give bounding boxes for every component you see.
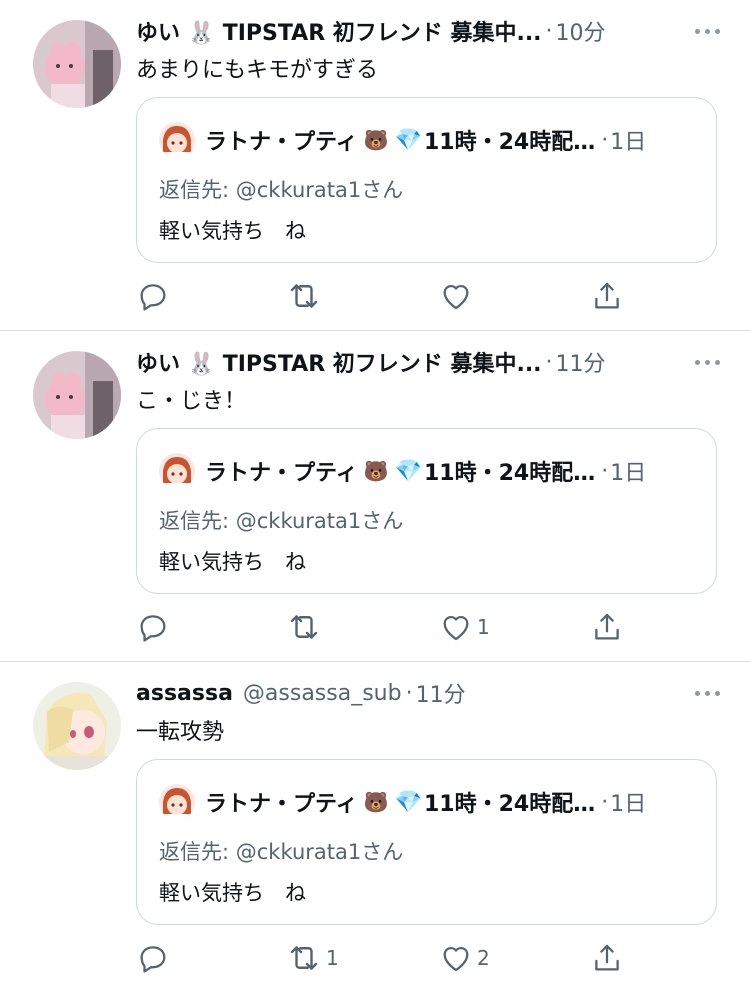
quoted-author-name: ラトナ・プティ xyxy=(205,792,358,817)
reply-button[interactable] xyxy=(136,278,174,314)
quoted-bio-fragment: 11時・24時配… xyxy=(424,461,596,486)
reply-button[interactable] xyxy=(136,940,174,976)
avatar[interactable] xyxy=(33,20,121,108)
quoted-bio-fragment: 11時・24時配… xyxy=(424,130,596,155)
quoted-avatar xyxy=(159,122,195,158)
like-button[interactable] xyxy=(439,278,477,314)
tweet-text: あまりにもキモがすぎる xyxy=(136,58,379,83)
gem-emoji: 💎 xyxy=(394,458,422,484)
tweet-item[interactable]: assassa @assassa_sub · 11分 一転攻勢 ラトナ・プティ … xyxy=(0,662,750,988)
separator-dot: · xyxy=(601,458,609,484)
more-icon[interactable] xyxy=(689,25,720,38)
separator-dot: · xyxy=(545,18,553,44)
gem-emoji: 💎 xyxy=(394,127,422,153)
tweet-time[interactable]: 11分 xyxy=(556,346,606,378)
share-button[interactable] xyxy=(590,609,624,645)
tweet-text: こ・じき！ xyxy=(136,389,247,414)
more-icon[interactable] xyxy=(689,687,720,700)
quoted-time: 1日 xyxy=(610,461,647,486)
share-icon xyxy=(590,941,624,975)
tweet-time[interactable]: 10分 xyxy=(556,15,606,47)
quoted-text: 軽い気持ち ね xyxy=(159,881,306,905)
bear-emoji: 🐻 xyxy=(363,459,389,483)
tweet-text: 一転攻勢 xyxy=(136,720,225,745)
timeline-feed: ゆい 🐰 TIPSTAR 初フレンド 募集中... · 10分 あまりにもキモが… xyxy=(0,0,750,988)
action-bar xyxy=(136,278,636,314)
avatar[interactable] xyxy=(33,351,121,439)
quoted-bio-fragment: 11時・24時配… xyxy=(424,792,596,817)
reply-icon xyxy=(136,279,170,313)
retweet-button[interactable] xyxy=(286,609,326,645)
separator-dot: · xyxy=(601,789,609,815)
quoted-text: 軽い気持ち ね xyxy=(159,219,306,243)
heart-icon xyxy=(439,279,473,313)
quoted-header: ラトナ・プティ 🐻 💎 11時・24時配… · 1日 xyxy=(159,453,686,489)
retweet-icon xyxy=(286,609,322,645)
retweet-icon xyxy=(286,940,322,976)
quoted-header: ラトナ・プティ 🐻 💎 11時・24時配… · 1日 xyxy=(159,784,686,820)
share-icon xyxy=(590,610,624,644)
heart-icon xyxy=(439,941,473,975)
quoted-tweet[interactable]: ラトナ・プティ 🐻 💎 11時・24時配… · 1日 返信先: @ckkurat… xyxy=(136,428,717,594)
tweet-item[interactable]: ゆい 🐰 TIPSTAR 初フレンド 募集中... · 10分 あまりにもキモが… xyxy=(0,0,750,331)
retweet-button[interactable] xyxy=(286,278,326,314)
quoted-reply-to: 返信先: @ckkurata1さん xyxy=(159,178,404,202)
quoted-tweet[interactable]: ラトナ・プティ 🐻 💎 11時・24時配… · 1日 返信先: @ckkurat… xyxy=(136,759,717,925)
quoted-text: 軽い気持ち ね xyxy=(159,550,306,574)
action-bar: 1 2 xyxy=(136,940,636,976)
quoted-avatar xyxy=(159,453,195,489)
share-button[interactable] xyxy=(590,278,624,314)
retweet-button[interactable]: 1 xyxy=(286,940,339,976)
quoted-time: 1日 xyxy=(610,130,647,155)
quoted-reply-to: 返信先: @ckkurata1さん xyxy=(159,840,404,864)
reply-icon xyxy=(136,941,170,975)
like-button[interactable]: 2 xyxy=(439,940,490,976)
quoted-reply-to: 返信先: @ckkurata1さん xyxy=(159,509,404,533)
quoted-header: ラトナ・プティ 🐻 💎 11時・24時配… · 1日 xyxy=(159,122,686,158)
reply-button[interactable] xyxy=(136,609,174,645)
author-name[interactable]: ゆい 🐰 TIPSTAR 初フレンド 募集中... xyxy=(136,346,542,378)
separator-dot: · xyxy=(545,349,553,375)
quoted-tweet[interactable]: ラトナ・プティ 🐻 💎 11時・24時配… · 1日 返信先: @ckkurat… xyxy=(136,97,717,263)
quoted-author-name: ラトナ・プティ xyxy=(205,130,358,155)
like-button[interactable]: 1 xyxy=(439,609,490,645)
author-name[interactable]: assassa xyxy=(136,681,233,706)
more-icon[interactable] xyxy=(689,356,720,369)
heart-icon xyxy=(439,610,473,644)
retweet-icon xyxy=(286,278,322,314)
action-bar: 1 xyxy=(136,609,636,645)
quoted-author-name: ラトナ・プティ xyxy=(205,461,358,486)
share-icon xyxy=(590,279,624,313)
separator-dot: · xyxy=(601,127,609,153)
author-name[interactable]: ゆい 🐰 TIPSTAR 初フレンド 募集中... xyxy=(136,15,542,47)
avatar[interactable] xyxy=(33,682,121,770)
like-count: 2 xyxy=(477,946,490,970)
author-handle[interactable]: @assassa_sub xyxy=(243,681,402,706)
quoted-avatar xyxy=(159,784,195,820)
tweet-header: ゆい 🐰 TIPSTAR 初フレンド 募集中... · 10分 xyxy=(136,14,720,48)
bear-emoji: 🐻 xyxy=(363,790,389,814)
tweet-header: assassa @assassa_sub · 11分 xyxy=(136,676,720,710)
share-button[interactable] xyxy=(590,940,624,976)
like-count: 1 xyxy=(477,615,490,639)
tweet-item[interactable]: ゆい 🐰 TIPSTAR 初フレンド 募集中... · 11分 こ・じき！ ラト… xyxy=(0,331,750,662)
quoted-time: 1日 xyxy=(610,792,647,817)
reply-icon xyxy=(136,610,170,644)
tweet-time[interactable]: 11分 xyxy=(416,677,466,709)
gem-emoji: 💎 xyxy=(394,789,422,815)
tweet-header: ゆい 🐰 TIPSTAR 初フレンド 募集中... · 11分 xyxy=(136,345,720,379)
separator-dot: · xyxy=(405,680,413,706)
bear-emoji: 🐻 xyxy=(363,128,389,152)
retweet-count: 1 xyxy=(326,946,339,970)
